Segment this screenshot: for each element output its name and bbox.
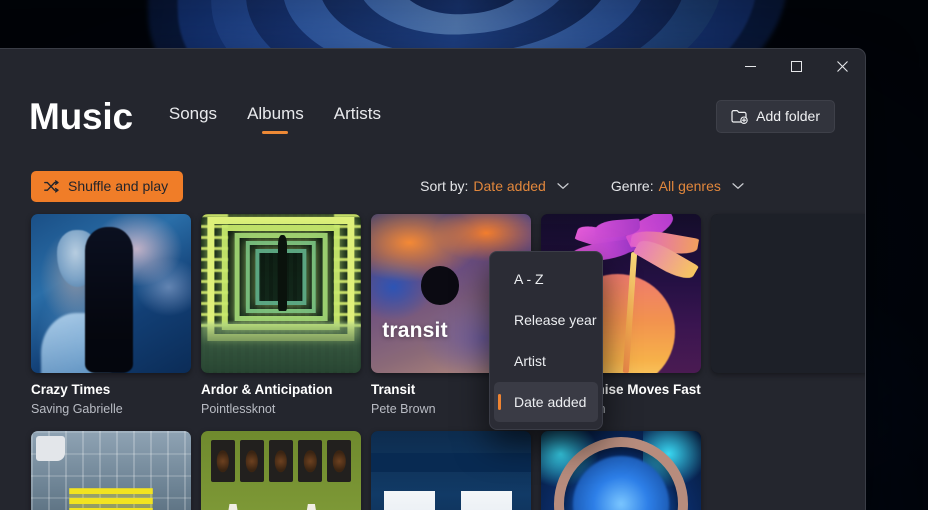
art-shape xyxy=(239,440,264,482)
art-shape xyxy=(371,453,531,473)
tab-albums[interactable]: Albums xyxy=(245,102,306,136)
album-card[interactable]: Ardor & Anticipation Pointlessknot xyxy=(201,214,361,417)
genre-value: All genres xyxy=(658,178,721,194)
music-app-window: Music Songs Albums Artists Add folder Sh… xyxy=(0,48,866,510)
add-folder-button[interactable]: Add folder xyxy=(716,99,835,133)
album-art-image xyxy=(31,430,191,510)
main-nav: Songs Albums Artists xyxy=(167,96,383,136)
art-shape xyxy=(56,229,99,288)
sort-option-a-z[interactable]: A - Z xyxy=(494,259,598,299)
album-cover-text: transit xyxy=(382,318,448,342)
tab-artists[interactable]: Artists xyxy=(332,102,383,136)
album-title: Crazy Times xyxy=(31,382,111,397)
genre-label: Genre: xyxy=(610,178,654,194)
album-art-image xyxy=(201,430,361,510)
art-shape xyxy=(69,488,153,510)
sort-option-label: A - Z xyxy=(514,271,544,287)
album-art[interactable] xyxy=(201,214,361,373)
tab-artists-label: Artists xyxy=(333,104,381,123)
minimize-icon xyxy=(744,65,756,67)
genre-control[interactable]: Genre: All genres xyxy=(611,178,744,194)
close-icon xyxy=(836,60,848,72)
close-button[interactable] xyxy=(819,49,865,83)
album-artist: Saving Gabrielle xyxy=(31,401,123,416)
sort-option-label: Release year xyxy=(514,312,597,328)
art-shape xyxy=(40,312,111,373)
tab-songs-label: Songs xyxy=(168,104,218,123)
app-header: Music Songs Albums Artists Add folder xyxy=(0,85,865,147)
album-art[interactable] xyxy=(371,430,531,510)
art-shape xyxy=(215,504,251,510)
tab-songs[interactable]: Songs xyxy=(167,102,219,136)
album-art-image xyxy=(541,430,701,510)
sort-option-release-year[interactable]: Release year xyxy=(494,300,598,340)
art-shape xyxy=(210,440,235,482)
art-shape xyxy=(269,440,293,482)
art-shape xyxy=(460,491,512,510)
tab-albums-label: Albums xyxy=(247,104,304,123)
art-shape xyxy=(210,440,352,482)
art-shape xyxy=(201,322,361,373)
add-folder-icon xyxy=(731,109,748,124)
album-grid: Crazy Times Saving Gabrielle Ardor & Ant… xyxy=(31,214,865,510)
album-card[interactable]: Crazy Times Saving Gabrielle xyxy=(31,214,191,417)
album-card[interactable] xyxy=(541,430,701,510)
page-title: Music xyxy=(29,95,133,137)
album-card[interactable] xyxy=(711,214,865,417)
album-title: Ardor & Anticipation xyxy=(201,382,333,397)
album-art[interactable] xyxy=(31,430,191,510)
sort-by-value: Date added xyxy=(473,178,546,194)
album-art[interactable] xyxy=(31,214,191,373)
sort-option-label: Date added xyxy=(514,394,587,410)
maximize-icon xyxy=(790,60,802,72)
album-art-image xyxy=(711,214,865,373)
tab-underline xyxy=(262,131,289,134)
art-shape xyxy=(327,440,352,482)
sort-by-label: Sort by: xyxy=(420,178,469,194)
album-artist: Pointlessknot xyxy=(201,401,276,416)
art-shape xyxy=(383,491,435,510)
sort-by-dropdown-menu: A - Z Release year Artist Date added xyxy=(489,251,603,430)
maximize-button[interactable] xyxy=(773,49,819,83)
album-card[interactable] xyxy=(31,430,191,510)
titlebar xyxy=(0,49,865,83)
sort-by-control[interactable]: Sort by: Date added xyxy=(420,178,569,194)
shuffle-and-play-button[interactable]: Shuffle and play xyxy=(31,170,184,202)
art-shape xyxy=(420,266,459,305)
sort-option-label: Artist xyxy=(514,353,546,369)
chevron-down-icon xyxy=(732,182,744,190)
album-art-image xyxy=(201,214,361,373)
sort-option-date-added[interactable]: Date added xyxy=(494,382,598,422)
art-shape xyxy=(277,234,288,311)
desktop: Music Songs Albums Artists Add folder Sh… xyxy=(0,0,928,510)
album-art-image xyxy=(31,214,191,373)
sort-option-artist[interactable]: Artist xyxy=(494,341,598,381)
chevron-down-icon xyxy=(557,182,569,190)
album-card[interactable] xyxy=(201,430,361,510)
album-art[interactable] xyxy=(711,214,865,373)
album-art[interactable] xyxy=(541,430,701,510)
shuffle-icon xyxy=(44,179,59,193)
art-shape xyxy=(298,440,323,482)
album-art[interactable] xyxy=(201,430,361,510)
art-shape xyxy=(293,504,329,510)
album-art-image xyxy=(371,430,531,510)
shuffle-and-play-label: Shuffle and play xyxy=(68,178,169,194)
minimize-button[interactable] xyxy=(727,49,773,83)
art-shape xyxy=(35,435,65,462)
add-folder-label: Add folder xyxy=(756,108,820,124)
album-card[interactable] xyxy=(371,430,531,510)
toolbar: Shuffle and play Sort by: Date added Gen… xyxy=(0,166,865,206)
